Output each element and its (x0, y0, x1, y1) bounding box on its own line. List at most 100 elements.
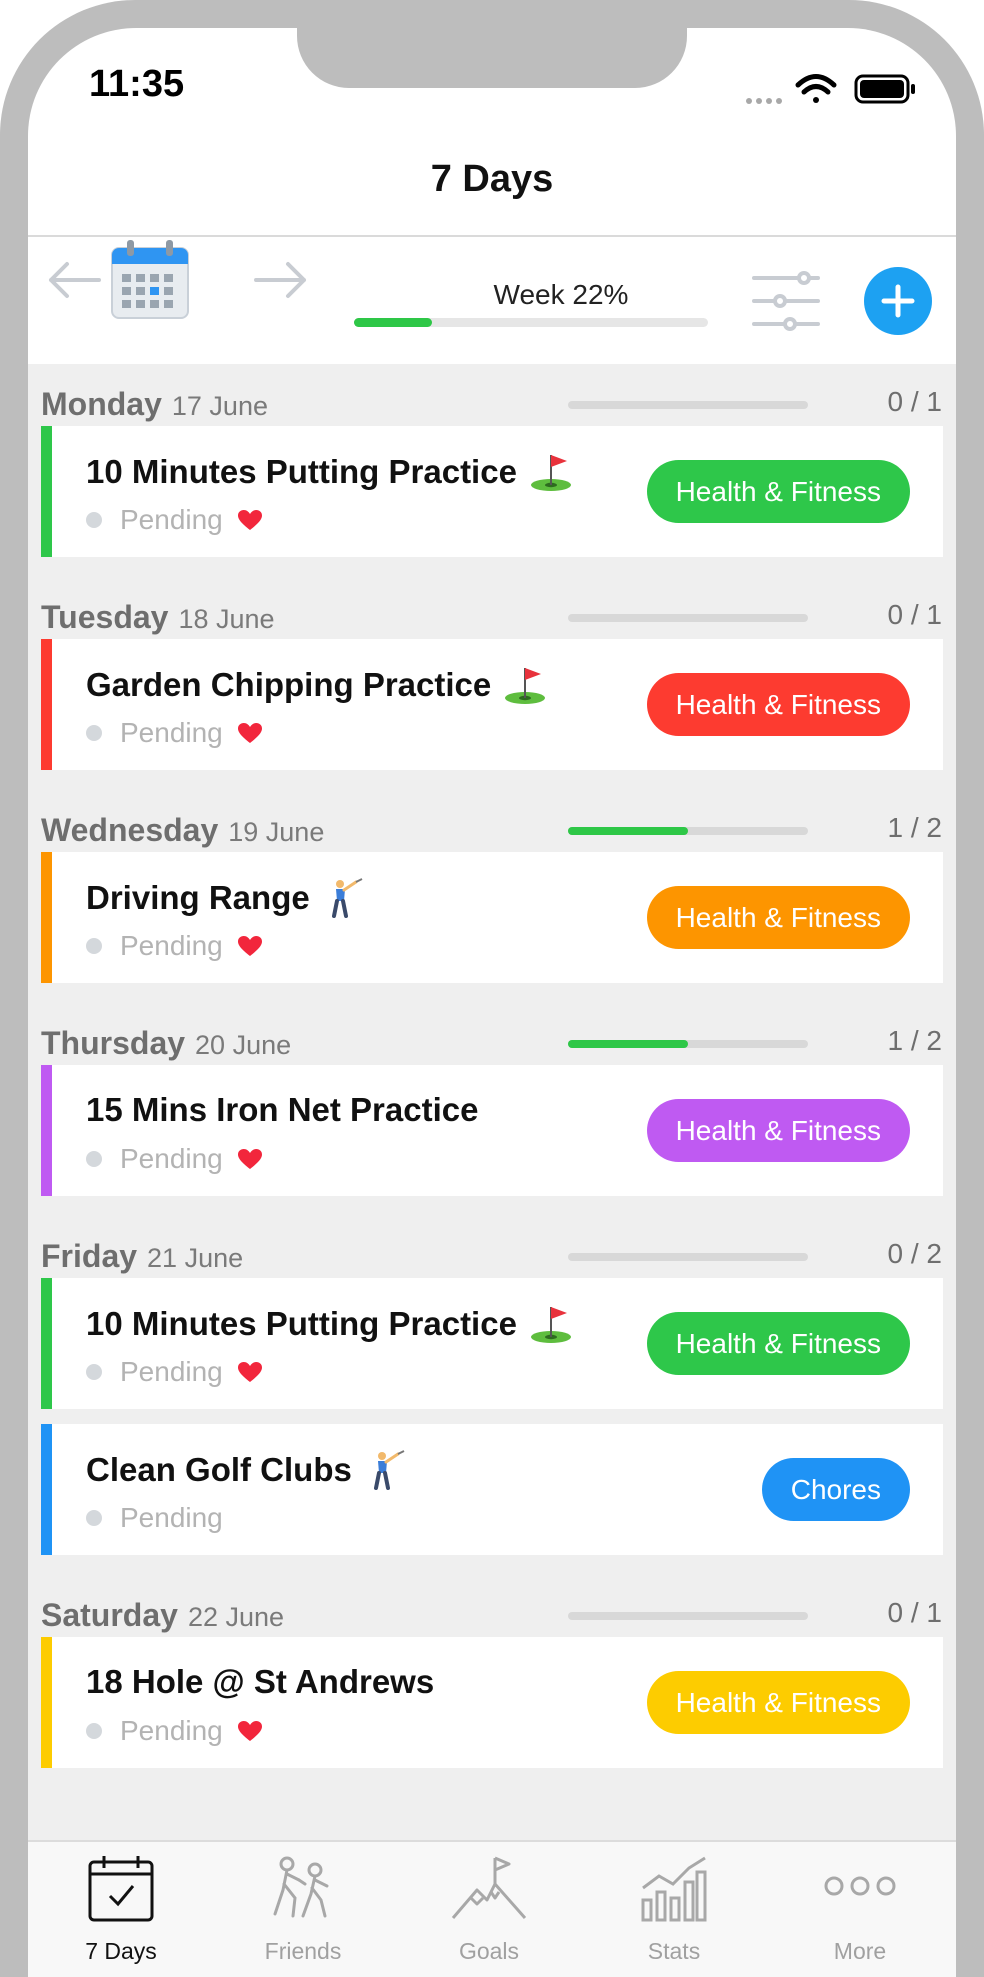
tab-goals[interactable]: Goals (396, 1842, 582, 1977)
task-status: Pending (86, 504, 263, 536)
calendar-icon[interactable] (110, 240, 190, 320)
day-progress-bar (568, 1253, 808, 1261)
task-status: Pending (86, 930, 263, 962)
day-progress-fill (568, 827, 688, 835)
day-name: Tuesday 18 June (41, 599, 275, 636)
task-title-text: 15 Mins Iron Net Practice (86, 1091, 479, 1128)
day-name-text: Saturday (41, 1597, 178, 1633)
day-date: 20 June (195, 1030, 292, 1060)
task-card[interactable]: 18 Hole @ St Andrews Pending Health & Fitn… (41, 1637, 943, 1768)
day-name: Friday 21 June (41, 1238, 243, 1275)
category-color-bar (41, 426, 52, 557)
day-progress-bar (568, 401, 808, 409)
day-date: 18 June (178, 604, 275, 634)
device-notch (297, 28, 687, 88)
task-card[interactable]: 10 Minutes Putting Practice Pending Health… (41, 1278, 943, 1409)
category-color-bar (41, 1278, 52, 1409)
tab-label: Stats (647, 1938, 701, 1964)
day-progress-bar (568, 1612, 808, 1620)
task-card[interactable]: Clean Golf Clubs Pending Chores (41, 1424, 943, 1555)
add-task-button[interactable] (864, 267, 932, 335)
app-screen: 11:35 7 Days Week 22% Monday 17 June 0 /… (28, 28, 956, 1977)
category-color-bar (41, 1424, 52, 1555)
add-icon (881, 284, 915, 318)
day-count: 0 / 1 (887, 386, 942, 417)
task-title-text: Garden Chipping Practice (86, 666, 492, 703)
flag-in-hole-icon (529, 452, 573, 492)
heart-icon (237, 1149, 262, 1169)
day-name: Saturday 22 June (41, 1597, 284, 1634)
status-text: Pending (120, 1143, 223, 1174)
battery-icon (854, 74, 915, 104)
day-name-text: Wednesday (41, 812, 219, 848)
status-dot (86, 1723, 102, 1739)
status-dot (86, 725, 102, 741)
day-progress-bar (568, 827, 808, 835)
flag-in-hole-icon (503, 665, 547, 705)
category-color-bar (41, 1065, 52, 1196)
status-text: Pending (120, 930, 223, 961)
heart-icon (237, 723, 262, 743)
day-name-text: Monday (41, 386, 162, 422)
task-title: Garden Chipping Practice (86, 665, 547, 705)
week-progress-bar (354, 318, 708, 327)
arrow-right-icon[interactable] (254, 260, 310, 300)
task-title: Clean Golf Clubs (86, 1450, 408, 1490)
task-status: Pending (86, 1502, 223, 1534)
status-dot (86, 1151, 102, 1167)
day-date: 19 June (228, 817, 325, 847)
task-title: 18 Hole @ St Andrews (86, 1663, 434, 1701)
tab-7-days[interactable]: 7 Days (28, 1842, 214, 1977)
heart-icon (237, 1362, 262, 1382)
category-tag[interactable]: Health & Fitness (646, 1671, 910, 1734)
friends-icon (265, 1854, 341, 1929)
tab-stats[interactable]: Stats (581, 1842, 767, 1977)
category-tag[interactable]: Health & Fitness (646, 1312, 910, 1375)
mountain-flag-icon (451, 1854, 527, 1929)
arrow-left-icon[interactable] (45, 260, 101, 300)
status-text: Pending (120, 1715, 223, 1746)
category-tag[interactable]: Chores (761, 1458, 910, 1521)
task-card[interactable]: 15 Mins Iron Net Practice Pending Health &… (41, 1065, 943, 1196)
status-text: Pending (120, 1502, 223, 1533)
task-title-text: Driving Range (86, 879, 310, 916)
day-name-text: Thursday (41, 1025, 186, 1061)
task-status: Pending (86, 1715, 263, 1747)
status-dot (86, 938, 102, 954)
day-name: Thursday 20 June (41, 1025, 291, 1062)
heart-icon (237, 510, 262, 530)
day-date: 22 June (187, 1602, 285, 1632)
day-name: Wednesday 19 June (41, 812, 324, 849)
task-title: 10 Minutes Putting Practice (86, 452, 573, 492)
category-tag[interactable]: Health & Fitness (646, 673, 910, 736)
day-count: 0 / 1 (887, 599, 942, 630)
task-title-text: 10 Minutes Putting Practice (86, 453, 517, 490)
tab-more[interactable]: More (767, 1842, 953, 1977)
calendar-check-icon (86, 1854, 156, 1929)
category-color-bar (41, 852, 52, 983)
status-dot (86, 512, 102, 528)
category-tag[interactable]: Health & Fitness (646, 1099, 910, 1162)
filter-sliders-icon[interactable] (750, 268, 822, 334)
device-frame: 11:35 7 Days Week 22% Monday 17 June 0 /… (0, 0, 984, 1977)
task-card[interactable]: 10 Minutes Putting Practice Pending Health… (41, 426, 943, 557)
task-title: 15 Mins Iron Net Practice (86, 1091, 478, 1129)
tab-label: Goals (458, 1938, 520, 1964)
status-dot (86, 1364, 102, 1380)
category-tag[interactable]: Health & Fitness (646, 886, 910, 949)
day-name-text: Tuesday (41, 599, 169, 635)
task-title-text: 18 Hole @ St Andrews (86, 1663, 435, 1700)
day-date: 21 June (147, 1243, 244, 1273)
day-count: 1 / 2 (887, 1025, 942, 1056)
task-card[interactable]: Driving Range Pending Health & Fitness (41, 852, 943, 983)
category-tag[interactable]: Health & Fitness (646, 460, 910, 523)
status-dot (86, 1510, 102, 1526)
category-color-bar (41, 1637, 52, 1768)
task-card[interactable]: Garden Chipping Practice Pending Health & … (41, 639, 943, 770)
tab-bar: 7 Days Friends Goals Stats More (28, 1840, 956, 1977)
tab-friends[interactable]: Friends (210, 1842, 396, 1977)
day-name: Monday 17 June (41, 386, 268, 423)
day-date: 17 June (171, 391, 268, 421)
task-status: Pending (86, 1143, 263, 1175)
day-progress-bar (568, 1040, 808, 1048)
